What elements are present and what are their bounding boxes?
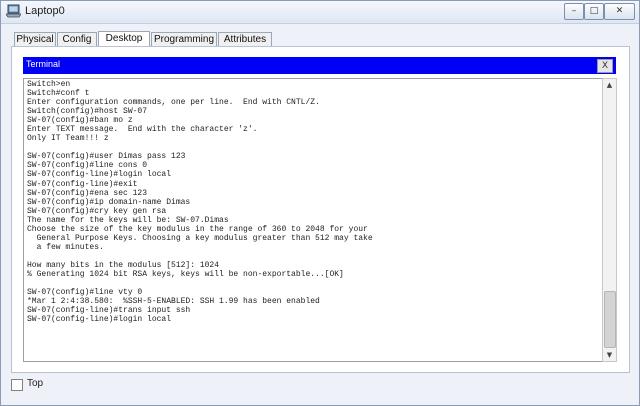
tab-config[interactable]: Config — [57, 32, 97, 47]
terminal-line: The name for the keys will be: SW-07.Dim… — [27, 215, 229, 225]
terminal-line: Switch>en — [27, 80, 71, 89]
terminal-scrollbar[interactable]: ▲ ▼ — [602, 78, 617, 362]
terminal-output[interactable]: Switch>en Switch#conf t Enter configuratio… — [23, 78, 603, 362]
terminal-line: Enter TEXT message. End with the charact… — [27, 125, 258, 135]
scroll-thumb[interactable] — [604, 291, 616, 348]
terminal-title: Terminal — [26, 59, 61, 69]
top-checkbox[interactable] — [11, 379, 23, 391]
scroll-up-icon[interactable]: ▲ — [603, 79, 616, 91]
tab-desktop[interactable]: Desktop — [98, 31, 150, 47]
terminal-line: SW-07(config-line)#trans input ssh — [27, 306, 191, 316]
terminal-line: SW-07(config)#ena sec 123 — [27, 188, 148, 198]
terminal-line: Switch#conf t — [27, 89, 90, 99]
maximize-button[interactable]: □ — [584, 3, 604, 20]
window-title: Laptop0 — [25, 5, 65, 17]
terminal-line: SW-07(config)#line vty 0 — [27, 288, 143, 298]
desktop-panel: Terminal X Switch>en Switch#conf t Enter c… — [11, 46, 630, 373]
terminal-line: SW-07(config)#user Dimas pass 123 — [27, 152, 186, 162]
terminal-line: Switch(config)#host SW-07 — [27, 107, 148, 117]
terminal-line: SW-07(config)#ban mo z — [27, 116, 133, 126]
close-button[interactable]: ✕ — [604, 3, 635, 20]
terminal-line: Only IT Team!!! z — [27, 134, 109, 144]
terminal-line: Choose the size of the key modulus in th… — [27, 224, 368, 234]
terminal-line: How many bits in the modulus [512]: 1024 — [27, 260, 220, 270]
terminal-line: SW-07(config)#ip domain-name Dimas — [27, 197, 191, 207]
terminal-close-button[interactable]: X — [597, 59, 613, 73]
terminal-line: SW-07(config)#line cons 0 — [27, 161, 148, 171]
top-label: Top — [27, 378, 44, 389]
terminal-line: SW-07(config)#cry key gen rsa — [27, 206, 167, 216]
tab-physical[interactable]: Physical — [14, 32, 56, 47]
terminal-title-bar: Terminal X — [23, 57, 616, 74]
terminal-line: a few minutes. — [27, 242, 104, 252]
minimize-button[interactable]: – — [564, 3, 584, 20]
terminal-line: SW-07(config-line)#exit — [27, 179, 138, 189]
terminal-line: Enter configuration commands, one per li… — [27, 98, 320, 108]
scroll-down-icon[interactable]: ▼ — [603, 349, 616, 361]
title-bar[interactable]: Laptop0 – □ ✕ — [1, 1, 639, 24]
terminal-line: SW-07(config-line)#login local — [27, 170, 172, 180]
laptop-window: Laptop0 – □ ✕ Physical Config Desktop Pr… — [0, 0, 640, 406]
laptop-icon — [6, 4, 21, 18]
terminal-line: SW-07(config-line)#login local — [27, 315, 172, 325]
terminal-text: Switch>en Switch#conf t Enter configuratio… — [24, 79, 602, 325]
tab-programming[interactable]: Programming — [151, 32, 217, 47]
terminal-line: *Mar 1 2:4:38.580: %SSH-5-ENABLED: SSH 1… — [27, 297, 320, 307]
tab-attributes[interactable]: Attributes — [218, 32, 272, 47]
terminal-line: General Purpose Keys. Choosing a key mod… — [27, 233, 373, 243]
terminal-line: % Generating 1024 bit RSA keys, keys wil… — [27, 269, 344, 279]
